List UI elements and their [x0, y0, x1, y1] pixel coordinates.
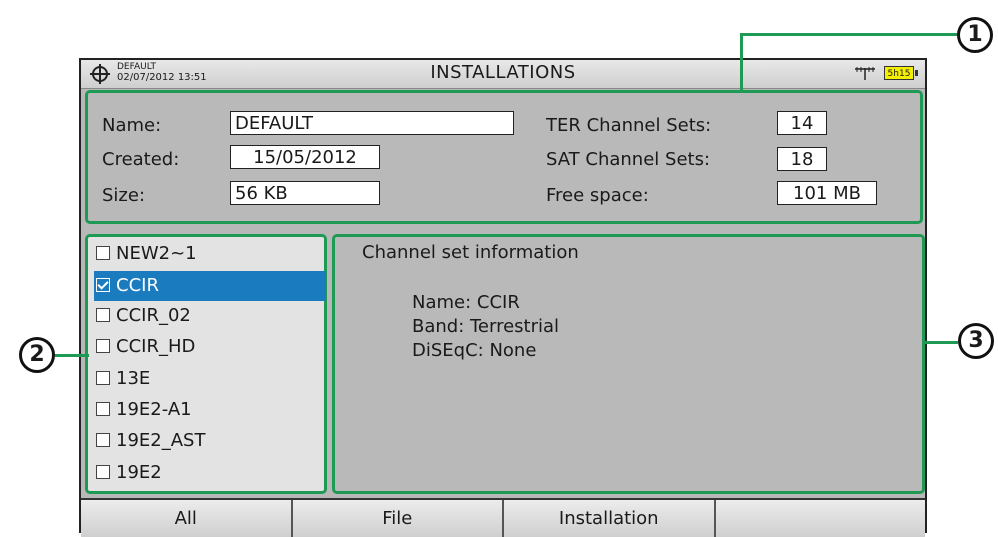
created-field: 15/05/2012: [230, 145, 380, 169]
callout-2-leader: [55, 354, 89, 357]
battery-indicator: 5h15: [884, 66, 914, 80]
checkbox-icon[interactable]: [96, 401, 110, 416]
list-item-label: CCIR: [116, 275, 159, 296]
list-item-label: CCIR_HD: [116, 336, 196, 357]
status-bar: DEFAULT 02/07/2012 13:51 INSTALLATIONS 5…: [81, 60, 925, 89]
list-item-label: CCIR_02: [116, 305, 191, 326]
checkbox-icon[interactable]: [96, 464, 110, 479]
list-item[interactable]: NEW2~1: [94, 239, 326, 269]
detail-title: Channel set information: [362, 242, 579, 263]
channel-set-detail-panel: Channel set information Name: CCIR Band:…: [332, 234, 925, 494]
ter-channel-sets-label: TER Channel Sets:: [546, 115, 712, 136]
softkey-all[interactable]: All: [81, 500, 293, 537]
antenna-icon: [855, 67, 875, 80]
size-label: Size:: [102, 185, 146, 206]
callout-3-leader: [923, 341, 958, 344]
list-item[interactable]: CCIR: [94, 271, 326, 301]
name-label: Name:: [102, 115, 162, 136]
list-item[interactable]: 19E2: [94, 458, 326, 488]
callout-3: 3: [958, 323, 994, 359]
page-title: INSTALLATIONS: [430, 62, 576, 83]
softkey-installation[interactable]: Installation: [504, 500, 716, 537]
softkey-empty[interactable]: [715, 500, 925, 537]
softkey-bar: All File Installation: [81, 498, 925, 537]
size-field: 56 KB: [230, 181, 380, 205]
detail-diseqc: DiSEqC: None: [412, 340, 537, 361]
callout-1-leader-vertical: [740, 33, 743, 91]
ter-channel-sets-value: 14: [777, 111, 827, 135]
installation-info-panel: Name: DEFAULT Created: 15/05/2012 Size: …: [85, 90, 923, 224]
detail-band: Band: Terrestrial: [412, 316, 560, 337]
battery-icon: [915, 70, 918, 76]
checkbox-icon[interactable]: [96, 370, 110, 385]
free-space-value: 101 MB: [777, 181, 877, 205]
softkey-file[interactable]: File: [292, 500, 504, 537]
checkbox-icon[interactable]: [96, 338, 110, 353]
checkbox-icon[interactable]: [96, 432, 110, 447]
list-item-label: 19E2: [116, 462, 162, 483]
list-item-label: NEW2~1: [116, 243, 197, 264]
list-item[interactable]: 13E: [94, 364, 326, 394]
checkbox-icon[interactable]: [96, 245, 110, 260]
list-item[interactable]: 19E2-A1: [94, 395, 326, 425]
list-item-label: 19E2-A1: [116, 399, 192, 420]
checkbox-checked-icon[interactable]: [96, 277, 110, 292]
meter-screen: DEFAULT 02/07/2012 13:51 INSTALLATIONS 5…: [79, 58, 927, 537]
list-item[interactable]: CCIR_HD: [94, 332, 326, 362]
list-item[interactable]: CCIR_02: [94, 301, 326, 331]
callout-1: 1: [957, 17, 993, 53]
list-item-label: 13E: [116, 368, 151, 389]
detail-name: Name: CCIR: [412, 292, 520, 313]
created-label: Created:: [102, 149, 180, 170]
list-item[interactable]: 19E2_AST: [94, 426, 326, 456]
callout-1-leader-horizontal: [740, 33, 958, 36]
free-space-label: Free space:: [546, 185, 649, 206]
channel-set-list: NEW2~1 CCIR CCIR_02 CCIR_HD 13E 19E2-A1 …: [85, 234, 327, 494]
list-item-label: 19E2_AST: [116, 430, 206, 451]
checkbox-icon[interactable]: [96, 307, 110, 322]
sat-channel-sets-label: SAT Channel Sets:: [546, 149, 711, 170]
sat-channel-sets-value: 18: [777, 147, 827, 171]
name-field[interactable]: DEFAULT: [230, 111, 514, 135]
callout-2: 2: [19, 337, 55, 373]
